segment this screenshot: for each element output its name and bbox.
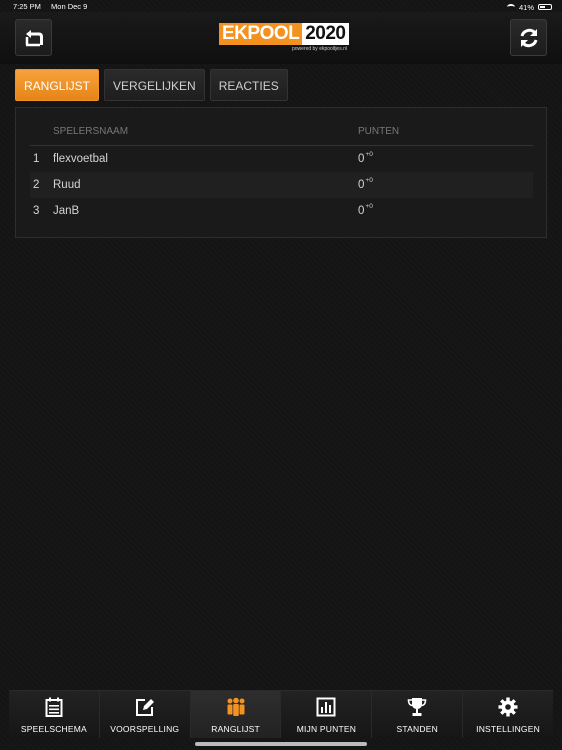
column-header-points: PUNTEN — [358, 126, 400, 137]
bottom-nav: SPEELSCHEMA VOORSPELLING RANGLIJST MIJN … — [9, 690, 553, 738]
row-points-delta: +0 — [365, 151, 373, 158]
nav-voorspelling[interactable]: VOORSPELLING — [99, 691, 191, 738]
nav-label: VOORSPELLING — [110, 724, 180, 734]
table-header: SPELERSNAAM PUNTEN — [30, 122, 533, 146]
row-points: 0+0 — [358, 177, 373, 191]
battery-icon — [538, 4, 552, 10]
nav-instellingen[interactable]: INSTELLINGEN — [463, 691, 553, 738]
back-arrow-icon — [25, 29, 43, 46]
logo-part1: EKPOOL — [219, 23, 303, 45]
refresh-icon — [520, 28, 537, 47]
logo-tagline: powered by ekpooltjes.nl — [291, 46, 347, 52]
nav-label: INSTELLINGEN — [476, 724, 540, 734]
nav-label: STANDEN — [396, 724, 438, 734]
row-rank: 2 — [33, 179, 40, 191]
table-row[interactable]: 1 flexvoetbal 0+0 — [30, 146, 533, 172]
table-row[interactable]: 2 Ruud 0+0 — [30, 172, 533, 198]
status-time: 7:25 PM — [13, 2, 41, 11]
home-indicator[interactable] — [195, 742, 367, 746]
row-points-delta: +0 — [365, 203, 373, 210]
nav-mijn-punten[interactable]: MIJN PUNTEN — [281, 691, 373, 738]
users-icon — [227, 697, 245, 716]
status-date: Mon Dec 9 — [51, 2, 88, 11]
nav-label: MIJN PUNTEN — [296, 724, 357, 734]
row-player-name: JanB — [53, 205, 80, 217]
row-points: 0+0 — [358, 151, 373, 165]
ranking-panel: SPELERSNAAM PUNTEN 1 flexvoetbal 0+0 2 R… — [15, 107, 547, 238]
refresh-button[interactable] — [510, 19, 547, 56]
nav-speelschema[interactable]: SPEELSCHEMA — [9, 691, 100, 738]
table-row[interactable]: 3 JanB 0+0 — [30, 198, 533, 224]
segment-tabs: RANGLIJST VERGELIJKEN REACTIES — [15, 69, 288, 101]
column-header-name: SPELERSNAAM — [53, 126, 129, 137]
edit-icon — [135, 699, 154, 716]
tab-reacties[interactable]: REACTIES — [209, 69, 288, 101]
row-points: 0+0 — [358, 203, 373, 217]
battery-percent: 41% — [518, 2, 534, 12]
row-rank: 1 — [33, 153, 40, 165]
bar-chart-icon — [316, 697, 336, 717]
row-player-name: flexvoetbal — [53, 153, 108, 165]
nav-label: RANGLIJST — [211, 724, 260, 734]
tab-vergelijken[interactable]: VERGELIJKEN — [104, 69, 205, 101]
row-player-name: Ruud — [53, 179, 81, 191]
status-bar: 7:25 PM Mon Dec 9 41% — [0, 0, 562, 12]
gear-icon — [498, 697, 518, 717]
calendar-icon — [45, 697, 63, 717]
row-points-delta: +0 — [365, 177, 373, 184]
trophy-icon — [407, 698, 427, 716]
nav-ranglijst[interactable]: RANGLIJST — [190, 691, 282, 738]
app-logo: EKPOOL 2020 powered by ekpooltjes.nl — [219, 23, 353, 57]
app-header: EKPOOL 2020 powered by ekpooltjes.nl — [0, 12, 562, 64]
back-button[interactable] — [15, 19, 52, 56]
wifi-icon — [506, 4, 515, 10]
row-rank: 3 — [33, 205, 40, 217]
logo-part2: 2020 — [302, 23, 349, 45]
nav-standen[interactable]: STANDEN — [372, 691, 464, 738]
nav-label: SPEELSCHEMA — [20, 724, 87, 734]
tab-ranglijst[interactable]: RANGLIJST — [15, 69, 100, 101]
